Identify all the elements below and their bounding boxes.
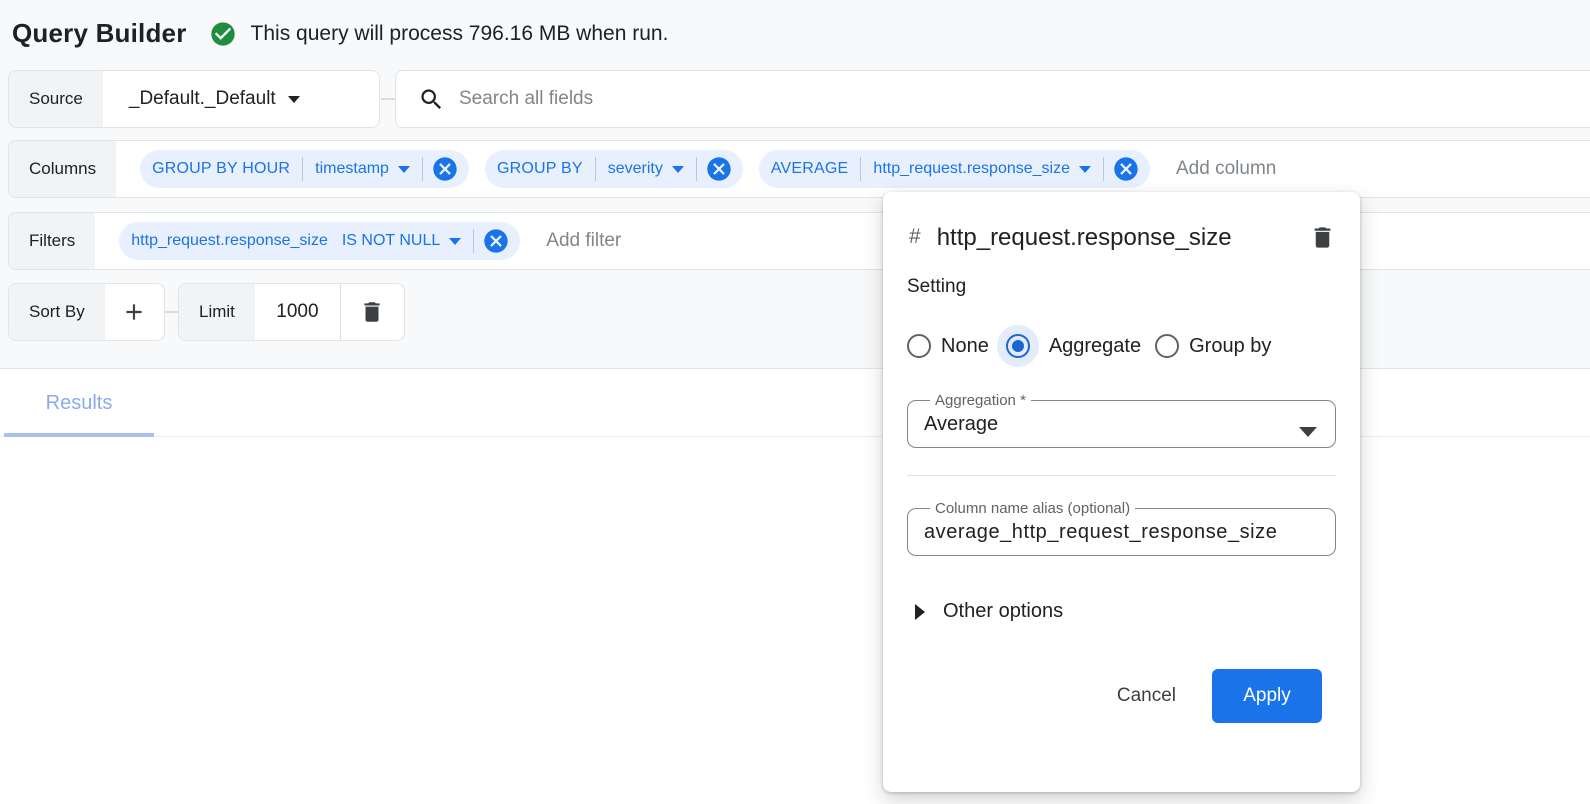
chip-operator-dropdown[interactable]: IS NOT NULL	[330, 222, 473, 260]
dialog-actions: Cancel Apply	[907, 669, 1336, 723]
column-alias-value: average_http_request_response_size	[924, 521, 1277, 544]
query-status-text: This query will process 796.16 MB when r…	[251, 22, 669, 46]
aggregation-select[interactable]: Aggregation * Average	[907, 392, 1336, 448]
dropdown-arrow-icon	[1299, 427, 1317, 437]
radio-none[interactable]: None	[907, 334, 997, 358]
other-options-label: Other options	[943, 600, 1063, 623]
chip-field-dropdown[interactable]: timestamp	[303, 150, 422, 188]
other-options-expander[interactable]: Other options	[907, 600, 1336, 623]
check-circle-icon	[209, 20, 237, 48]
cancel-icon[interactable]	[431, 155, 459, 183]
columns-label: Columns	[9, 141, 116, 197]
chip-operator-label: IS NOT NULL	[342, 232, 440, 250]
radio-aggregate-label: Aggregate	[1049, 335, 1141, 358]
delete-limit-button[interactable]	[341, 284, 404, 340]
radio-off-icon	[1155, 334, 1179, 358]
tab-results-label: Results	[46, 392, 113, 415]
page-title: Query Builder	[12, 18, 187, 49]
aggregation-label: Aggregation *	[930, 392, 1031, 409]
filters-chip-area: http_request.response_size IS NOT NULL A…	[95, 213, 1590, 269]
source-label: Source	[9, 71, 103, 127]
add-column-placeholder[interactable]: Add column	[1176, 158, 1276, 180]
row-connector	[381, 98, 395, 100]
search-bar	[395, 70, 1590, 128]
columns-chip-area: GROUP BY HOUR timestamp GROUP BY severit…	[116, 141, 1590, 197]
caret-down-icon	[449, 238, 461, 245]
chip-divider	[422, 157, 423, 181]
caret-down-icon	[1079, 166, 1091, 173]
chip-field-dropdown[interactable]: severity	[596, 150, 696, 188]
radio-off-icon	[907, 334, 931, 358]
add-sort-button[interactable]	[105, 284, 164, 340]
cancel-button[interactable]: Cancel	[1111, 675, 1182, 717]
chip-field-label: timestamp	[315, 160, 389, 178]
radio-none-label: None	[941, 335, 989, 358]
column-chip-timestamp[interactable]: GROUP BY HOUR timestamp	[140, 150, 469, 188]
source-dropdown[interactable]: _Default._Default	[103, 71, 320, 127]
aggregation-value: Average	[924, 413, 998, 436]
dialog-title: http_request.response_size	[937, 216, 1267, 260]
radio-aggregate[interactable]: Aggregate	[997, 325, 1155, 367]
filters-label: Filters	[9, 213, 95, 269]
add-filter-placeholder[interactable]: Add filter	[546, 230, 621, 252]
column-chip-response-size[interactable]: AVERAGE http_request.response_size	[759, 150, 1150, 188]
cancel-icon[interactable]	[705, 155, 733, 183]
setting-heading: Setting	[907, 276, 1336, 298]
chip-field-label: severity	[608, 160, 663, 178]
sort-by-label: Sort By	[9, 284, 105, 340]
apply-button[interactable]: Apply	[1212, 669, 1322, 723]
chip-field-dropdown[interactable]: http_request.response_size	[861, 150, 1103, 188]
search-icon	[418, 86, 445, 113]
chip-field-label: http_request.response_size	[873, 160, 1070, 178]
chip-divider	[696, 157, 697, 181]
setting-radio-group: None Aggregate Group by	[907, 324, 1336, 368]
column-settings-dialog: # http_request.response_size Setting Non…	[883, 192, 1360, 792]
chip-divider	[1103, 157, 1104, 181]
caret-down-icon	[288, 96, 300, 103]
radio-group-by[interactable]: Group by	[1155, 334, 1285, 358]
radio-on-icon	[997, 325, 1039, 367]
filter-chip-response-size[interactable]: http_request.response_size IS NOT NULL	[119, 222, 520, 260]
source-row: Source _Default._Default	[8, 70, 380, 128]
query-builder-header: Query Builder This query will process 79…	[12, 18, 668, 49]
row-connector	[165, 311, 178, 313]
chip-field-label: http_request.response_size	[119, 222, 330, 260]
source-value: _Default._Default	[129, 88, 276, 110]
column-chip-severity[interactable]: GROUP BY severity	[485, 150, 743, 188]
column-alias-label: Column name alias (optional)	[930, 500, 1135, 517]
caret-down-icon	[398, 166, 410, 173]
limit-row: Limit 1000	[178, 283, 405, 341]
chip-operator: AVERAGE	[759, 150, 861, 188]
search-input[interactable]	[459, 71, 1590, 127]
chip-divider	[473, 229, 474, 253]
cancel-icon[interactable]	[482, 227, 510, 255]
trash-icon[interactable]	[1309, 224, 1336, 251]
tab-results[interactable]: Results	[4, 369, 154, 437]
caret-down-icon	[672, 166, 684, 173]
limit-value[interactable]: 1000	[255, 284, 341, 340]
chip-operator: GROUP BY	[485, 150, 595, 188]
sort-by-row: Sort By	[8, 283, 165, 341]
numeric-field-icon: #	[909, 225, 921, 249]
expander-arrow-icon	[915, 604, 925, 620]
trash-icon	[359, 299, 385, 325]
columns-row: Columns GROUP BY HOUR timestamp GROUP BY…	[8, 140, 1590, 198]
cancel-icon[interactable]	[1112, 155, 1140, 183]
radio-group-by-label: Group by	[1189, 335, 1271, 358]
limit-label: Limit	[179, 284, 255, 340]
dialog-header: # http_request.response_size	[907, 216, 1336, 260]
dialog-divider	[907, 475, 1336, 476]
plus-icon	[121, 299, 147, 325]
chip-operator: GROUP BY HOUR	[140, 150, 302, 188]
column-alias-field[interactable]: Column name alias (optional) average_htt…	[907, 500, 1336, 556]
